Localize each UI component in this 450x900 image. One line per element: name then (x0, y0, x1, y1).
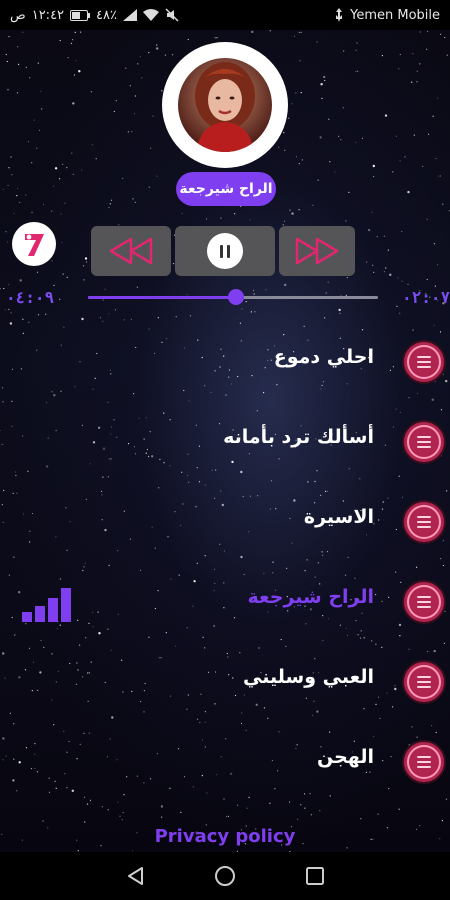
double-right-triangle-icon (295, 237, 339, 265)
home-button[interactable] (205, 856, 245, 896)
menu-lines-icon[interactable] (402, 500, 446, 544)
artist-avatar (178, 58, 272, 152)
playlist-item-title: احلي دموع (273, 346, 374, 368)
playlist-item[interactable]: أسألك ترد بأمانه (0, 402, 450, 482)
previous-button[interactable] (91, 226, 171, 276)
status-time: ١٢:٤٢ (31, 7, 65, 23)
recents-square-icon (306, 867, 324, 885)
playlist-item-title: الاسيرة (303, 506, 374, 528)
battery-icon (70, 9, 91, 21)
back-button[interactable] (115, 856, 155, 896)
menu-lines-icon[interactable] (402, 660, 446, 704)
menu-lines-icon[interactable] (402, 580, 446, 624)
playlist-item[interactable]: احلي دموع (0, 322, 450, 402)
now-playing-title: الراح شيرجعة (176, 172, 276, 206)
navigation-bar (0, 852, 450, 900)
menu-lines-icon[interactable] (402, 740, 446, 784)
next-button[interactable] (279, 226, 355, 276)
seek-bar[interactable] (88, 289, 378, 305)
artist-avatar-frame (162, 42, 288, 168)
status-period: ص (10, 7, 26, 23)
signal-icon (122, 9, 137, 21)
playlist-item[interactable]: الاسيرة (0, 482, 450, 562)
home-circle-icon (215, 866, 235, 886)
playlist-item-title: أسألك ترد بأمانه (223, 426, 374, 448)
pause-icon (207, 233, 243, 269)
status-left: ص ١٢:٤٢ ٤٨٪ (10, 8, 179, 23)
status-bar: ص ١٢:٤٢ ٤٨٪ Yemen Mobile (0, 0, 450, 30)
playlist-item[interactable]: الهجن (0, 722, 450, 802)
carrier-name: Yemen Mobile (350, 7, 440, 23)
usb-icon (334, 8, 344, 22)
duration-time: ٠٤:٠٩ (6, 288, 55, 307)
elapsed-time: ٠٢:٠٧ (402, 288, 450, 307)
status-right: Yemen Mobile (334, 8, 440, 23)
back-triangle-icon (128, 867, 143, 885)
seek-bar-fill (88, 296, 236, 299)
playback-controls (91, 226, 359, 276)
double-left-triangle-icon (109, 237, 153, 265)
playlist-item-title: الراح شيرجعة (247, 586, 375, 608)
seek-bar-thumb[interactable] (227, 289, 244, 305)
playlist-item[interactable]: العبي وسليني (0, 642, 450, 722)
battery-level: ٤٨٪ (96, 7, 117, 23)
recents-button[interactable] (295, 856, 335, 896)
app-logo[interactable] (12, 222, 56, 266)
playlist-item-title: العبي وسليني (243, 666, 374, 688)
play-pause-button[interactable] (175, 226, 275, 276)
mute-icon (165, 8, 179, 22)
playlist-item-title: الهجن (317, 746, 374, 768)
menu-lines-icon[interactable] (402, 340, 446, 384)
menu-lines-icon[interactable] (402, 420, 446, 464)
equalizer-icon (22, 586, 80, 622)
privacy-policy-link[interactable]: Privacy policy (0, 826, 450, 847)
logo-seven-icon (25, 234, 44, 256)
wifi-icon (142, 9, 159, 21)
